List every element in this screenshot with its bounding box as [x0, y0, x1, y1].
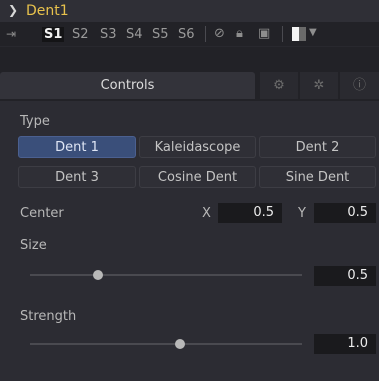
version-s4[interactable]: S4	[126, 27, 143, 42]
chevron-down-icon[interactable]: ❯	[8, 3, 18, 17]
type-dent3-button[interactable]: Dent 3	[18, 166, 136, 188]
circle-slash-icon[interactable]: ⊘	[214, 26, 225, 41]
size-field[interactable]: 0.5	[314, 266, 376, 286]
center-y-label: Y	[298, 206, 306, 221]
tab-controls[interactable]: Controls	[0, 72, 255, 99]
strength-field[interactable]: 1.0	[314, 334, 376, 354]
separator	[205, 26, 206, 42]
version-s6[interactable]: S6	[178, 27, 195, 42]
pin-icon[interactable]: ⇥	[6, 27, 22, 41]
type-cosine-dent-button[interactable]: Cosine Dent	[139, 166, 256, 188]
center-x-field[interactable]: 0.5	[218, 203, 282, 223]
type-sine-dent-button[interactable]: Sine Dent	[259, 166, 376, 188]
color-swatch-icon[interactable]	[292, 27, 306, 41]
version-s5[interactable]: S5	[152, 27, 169, 42]
center-x-label: X	[202, 206, 211, 221]
version-s1[interactable]: S1	[42, 27, 65, 42]
strength-label: Strength	[20, 309, 77, 324]
type-kaleidascope-button[interactable]: Kaleidascope	[139, 136, 256, 158]
size-slider-track[interactable]	[30, 274, 302, 276]
center-label: Center	[20, 206, 64, 221]
size-label: Size	[20, 238, 47, 253]
type-dent2-button[interactable]: Dent 2	[259, 136, 376, 158]
center-y-field[interactable]: 0.5	[314, 203, 376, 223]
save-icon[interactable]: ▣	[258, 26, 270, 41]
version-s3[interactable]: S3	[100, 27, 117, 42]
strength-slider-handle[interactable]	[174, 339, 185, 349]
type-dent1-button[interactable]: Dent 1	[18, 136, 136, 158]
strength-slider-track[interactable]	[30, 343, 302, 345]
settings-cog-icon[interactable]: ⚙	[260, 72, 298, 99]
chevron-down-icon[interactable]: ▼	[309, 27, 317, 38]
separator	[282, 26, 283, 42]
node-title: Dent1	[26, 3, 69, 19]
version-s2[interactable]: S2	[72, 27, 89, 42]
info-icon[interactable]: ⓘ	[340, 72, 379, 99]
gear-icon[interactable]: ✲	[300, 72, 338, 99]
lock-icon[interactable]: 🔒︎	[236, 26, 243, 41]
size-slider-handle[interactable]	[93, 270, 103, 280]
type-label: Type	[20, 114, 50, 129]
